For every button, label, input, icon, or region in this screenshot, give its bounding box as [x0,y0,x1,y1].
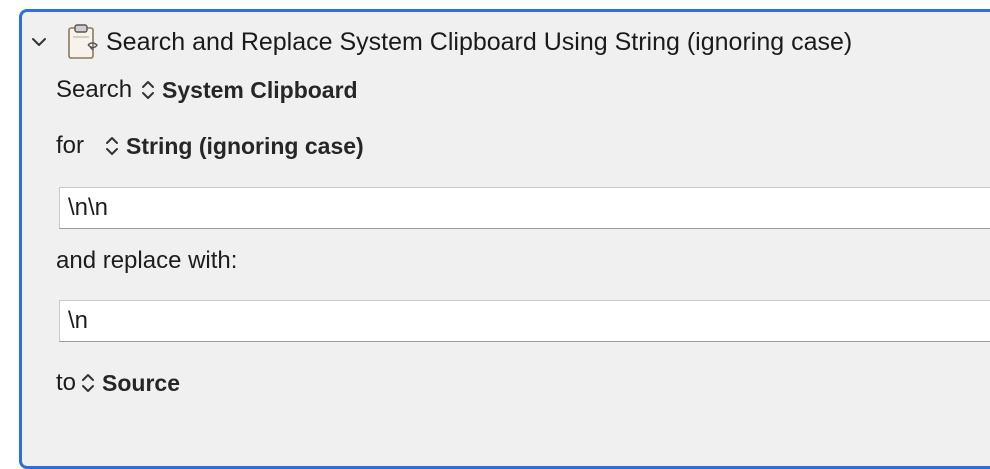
to-row: to Source [56,369,180,397]
for-label: for [56,132,85,159]
replace-text-value: \n [68,307,89,334]
match-mode-value: String (ignoring case) [126,132,364,159]
destination-value: Source [102,369,180,396]
action-panel[interactable]: Search and Replace System Clipboard Usin… [19,9,990,469]
for-row: for String (ignoring case) [56,132,364,160]
updown-chevron-icon [142,81,155,99]
search-text-field[interactable]: \n\n [59,187,990,229]
updown-chevron-icon [82,374,95,392]
to-label: to [56,369,77,396]
replace-label: and replace with: [56,247,238,274]
replace-text-field[interactable]: \n [59,300,990,342]
action-header: Search and Replace System Clipboard Usin… [30,22,852,62]
action-title: Search and Replace System Clipboard Usin… [106,27,853,56]
clipboard-icon [66,23,102,61]
search-row: Search System Clipboard [56,76,358,104]
search-target-popup[interactable]: System Clipboard [140,77,358,104]
chevron-down-icon[interactable] [30,33,48,51]
search-label: Search [56,76,133,103]
updown-chevron-icon [106,137,119,155]
match-mode-popup[interactable]: String (ignoring case) [104,133,364,160]
search-target-value: System Clipboard [162,76,358,103]
replace-row: and replace with: [56,247,237,275]
destination-popup[interactable]: Source [80,370,180,397]
search-text-value: \n\n [68,194,109,221]
